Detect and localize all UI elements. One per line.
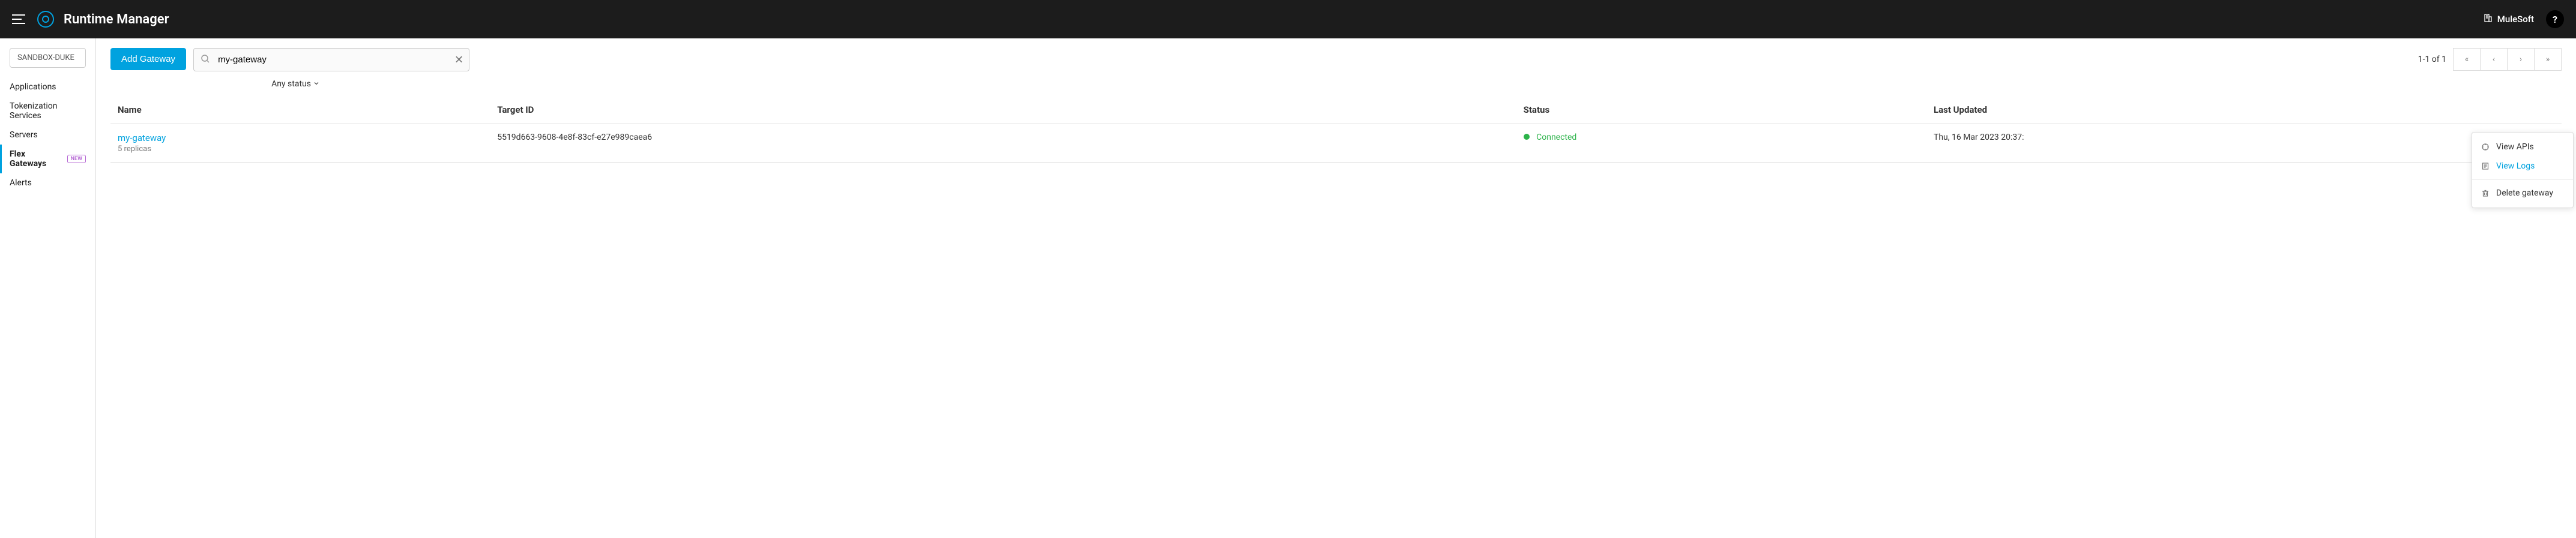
search-wrapper: ✕ [193, 48, 469, 71]
pagination-next-button[interactable]: › [2507, 48, 2535, 71]
status-filter-dropdown[interactable]: Any status [271, 79, 319, 89]
pagination: 1-1 of 1 « ‹ › » [2418, 48, 2562, 71]
pagination-range: 1-1 of 1 [2418, 55, 2446, 64]
sidebar-item-servers[interactable]: Servers [0, 125, 95, 145]
gateway-last-updated: Thu, 16 Mar 2023 20:37: [1926, 124, 2562, 163]
delete-gateway-action[interactable]: Delete gateway [2472, 184, 2573, 203]
chevron-down-icon [313, 79, 319, 89]
menu-divider [2472, 179, 2573, 180]
view-logs-label: View Logs [2496, 161, 2535, 171]
gateway-name-link[interactable]: my-gateway [118, 133, 483, 143]
pagination-last-button[interactable]: » [2534, 48, 2562, 71]
search-input[interactable] [193, 48, 469, 71]
environment-selector[interactable]: SANDBOX-DUKE [10, 48, 86, 68]
pagination-first-button[interactable]: « [2453, 48, 2481, 71]
delete-gateway-label: Delete gateway [2496, 188, 2553, 198]
menu-toggle[interactable] [12, 14, 25, 24]
gateways-table: Name Target ID Status Last Updated my-ga… [110, 96, 2562, 163]
gateway-target-id: 5519d663-9608-4e8f-83cf-e27e989caea6 [490, 124, 1516, 163]
app-logo-icon [37, 11, 54, 28]
sidebar: SANDBOX-DUKE Applications Tokenization S… [0, 38, 96, 538]
status-filter-label: Any status [271, 79, 311, 89]
sidebar-item-label: Tokenization Services [10, 101, 86, 121]
sidebar-item-alerts[interactable]: Alerts [0, 173, 95, 193]
help-button[interactable]: ? [2546, 10, 2564, 28]
column-target-id-header[interactable]: Target ID [490, 96, 1516, 124]
pagination-prev-button[interactable]: ‹ [2480, 48, 2508, 71]
sidebar-item-flex-gateways[interactable]: Flex Gateways NEW [0, 145, 95, 173]
org-icon [2483, 13, 2493, 25]
view-logs-action[interactable]: View Logs [2472, 157, 2573, 176]
search-icon [201, 54, 210, 66]
column-name-header[interactable]: Name [110, 96, 490, 124]
logs-icon [2481, 161, 2490, 171]
trash-icon [2481, 188, 2490, 198]
sidebar-item-label: Servers [10, 130, 38, 140]
column-status-header[interactable]: Status [1516, 96, 1926, 124]
column-last-updated-header[interactable]: Last Updated [1926, 96, 2562, 124]
row-action-menu: View APIs View Logs Delete gateway [2472, 132, 2574, 208]
sidebar-item-label: Alerts [10, 178, 32, 188]
table-row[interactable]: my-gateway 5 replicas 5519d663-9608-4e8f… [110, 124, 2562, 163]
org-name[interactable]: MuleSoft [2497, 14, 2534, 25]
status-dot-icon [1524, 134, 1530, 140]
sidebar-item-label: Applications [10, 82, 56, 92]
new-badge: NEW [67, 155, 86, 163]
sidebar-item-tokenization[interactable]: Tokenization Services [0, 97, 95, 125]
app-title: Runtime Manager [64, 12, 169, 27]
add-gateway-button[interactable]: Add Gateway [110, 48, 186, 70]
clear-search-icon[interactable]: ✕ [454, 53, 463, 66]
toolbar: Add Gateway ✕ Any status [110, 48, 2562, 89]
gateway-status: Connected [1536, 133, 1576, 142]
main-content: Add Gateway ✕ Any status [96, 38, 2576, 538]
app-header: Runtime Manager MuleSoft ? [0, 0, 2576, 38]
api-icon [2481, 142, 2490, 152]
sidebar-item-applications[interactable]: Applications [0, 77, 95, 97]
sidebar-item-label: Flex Gateways [10, 149, 64, 169]
view-apis-action[interactable]: View APIs [2472, 137, 2573, 157]
view-apis-label: View APIs [2496, 142, 2534, 152]
gateway-replicas: 5 replicas [118, 145, 483, 154]
